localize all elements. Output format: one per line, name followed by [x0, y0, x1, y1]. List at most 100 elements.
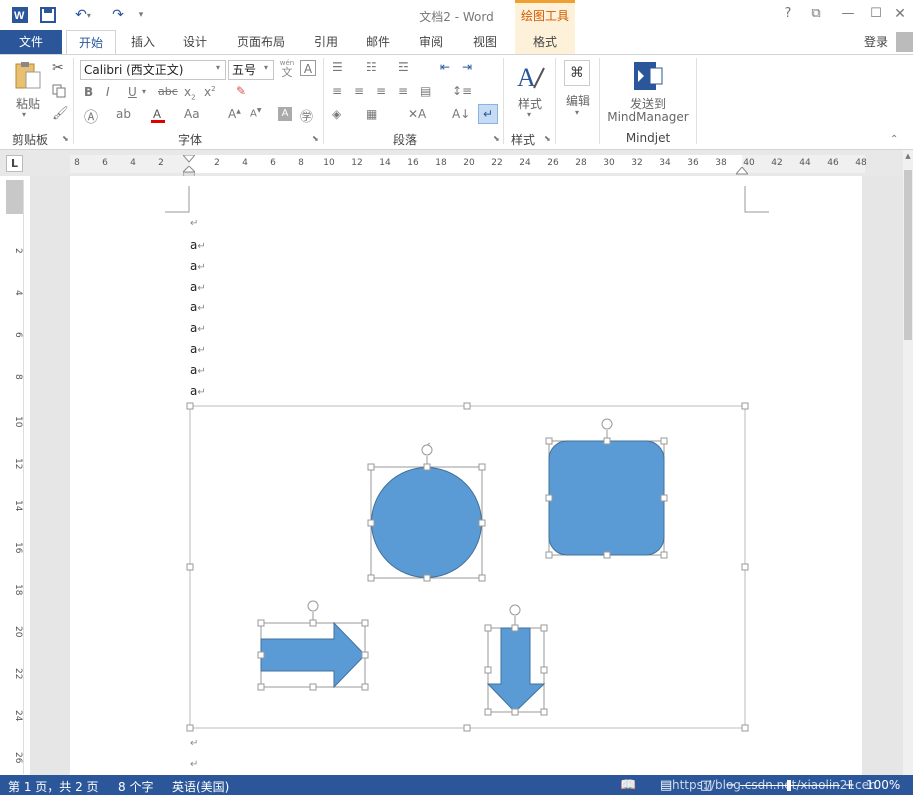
zoom-slider-thumb[interactable] [787, 780, 791, 791]
read-mode-icon[interactable]: 📖 [620, 778, 636, 793]
text-line[interactable]: a↵ [190, 280, 206, 294]
distributed-icon[interactable]: ▤ [420, 84, 431, 98]
font-color-icon[interactable]: A [150, 106, 166, 124]
tab-references[interactable]: 引用 [304, 30, 348, 54]
binoculars-icon[interactable]: ⌘ [564, 60, 590, 86]
paste-dropdown-icon[interactable]: ▾ [22, 110, 26, 119]
enclose-chars-icon[interactable]: ㊫ [300, 106, 313, 125]
scrollbar-thumb[interactable] [904, 170, 912, 340]
align-left-icon[interactable]: ≡ [332, 84, 342, 98]
tab-format[interactable]: 格式 [515, 30, 575, 54]
numbering-icon[interactable]: ☷ [366, 60, 377, 74]
bullets-icon[interactable]: ☰ [332, 60, 343, 74]
multilevel-list-icon[interactable]: ☲ [398, 60, 409, 74]
paragraph-launcher-icon[interactable]: ⬊ [493, 134, 500, 143]
vertical-ruler[interactable] [6, 180, 24, 774]
zoom-out-icon[interactable]: − [725, 778, 736, 793]
down-arrow-shape[interactable] [478, 598, 554, 718]
login-link[interactable]: 登录 [856, 30, 896, 54]
text-line[interactable]: a↵ [190, 238, 206, 252]
format-painter-icon[interactable]: 🖌 [52, 106, 69, 121]
zoom-level[interactable]: 100% [866, 778, 900, 792]
ribbon-display-button[interactable]: ⧉ [806, 6, 826, 24]
text-line[interactable]: a↵ [190, 321, 206, 335]
font-name-dropdown-icon[interactable]: ▾ [216, 63, 220, 72]
tab-insert[interactable]: 插入 [120, 30, 166, 54]
font-launcher-icon[interactable]: ⬊ [312, 134, 319, 143]
underline-dropdown-icon[interactable]: ▾ [142, 87, 146, 96]
sort-icon[interactable]: A↓ [452, 107, 470, 121]
first-line-indent-marker[interactable] [181, 152, 197, 163]
collapse-ribbon-icon[interactable]: ⌃ [890, 134, 898, 145]
right-indent-marker[interactable] [734, 164, 750, 175]
tab-selector[interactable]: L [6, 155, 23, 172]
language-status[interactable]: 英语(美国) [172, 778, 229, 795]
paste-icon[interactable] [12, 60, 44, 92]
phonetic-guide-icon[interactable]: wén 文 [278, 59, 296, 79]
paragraph-mark: ↵ [190, 759, 199, 770]
styles-icon[interactable]: A [514, 60, 546, 92]
change-case-icon[interactable]: Aa [184, 107, 200, 121]
cut-icon[interactable]: ✂ [52, 60, 64, 76]
help-button[interactable]: ? [778, 6, 798, 24]
strikethrough-icon[interactable]: abc [158, 85, 178, 98]
bold-icon[interactable]: B [84, 85, 93, 99]
send-to-button-line2[interactable]: MindManager [604, 110, 692, 124]
paste-button[interactable]: 粘贴 [10, 95, 46, 112]
shading-icon[interactable]: ◈ [332, 107, 341, 121]
char-shading-icon[interactable]: A [278, 107, 292, 121]
mindmanager-icon[interactable] [632, 60, 664, 92]
char-border-icon[interactable]: A [300, 60, 316, 76]
subscript-icon[interactable]: x2 [184, 85, 196, 101]
ruler-tick-label: 8 [298, 158, 304, 168]
right-arrow-shape[interactable] [252, 596, 376, 696]
print-layout-icon[interactable]: ▤ [660, 778, 672, 793]
close-icon[interactable]: ✕ [890, 6, 910, 24]
minimize-button[interactable]: — [838, 6, 858, 24]
tab-view[interactable]: 视图 [462, 30, 508, 54]
styles-launcher-icon[interactable]: ⬊ [544, 134, 551, 143]
font-size-dropdown-icon[interactable]: ▾ [264, 63, 268, 72]
shrink-font-icon[interactable]: A▼ [250, 107, 261, 119]
text-line[interactable]: a↵ [190, 363, 206, 377]
justify-icon[interactable]: ≡ [398, 84, 408, 98]
chinese-layout-icon[interactable]: ✕A [408, 107, 426, 121]
clipboard-launcher-icon[interactable]: ⬊ [62, 134, 69, 143]
editing-button[interactable]: 编辑 [560, 92, 596, 109]
underline-icon[interactable]: U [128, 85, 137, 99]
circle-shape[interactable] [360, 438, 494, 588]
font-name-combo[interactable]: Calibri (西文正文) [80, 60, 226, 80]
tab-layout[interactable]: 页面布局 [226, 30, 296, 54]
editing-dropdown-icon[interactable]: ▾ [575, 108, 579, 117]
zoom-in-icon[interactable]: + [844, 778, 855, 793]
decrease-indent-icon[interactable]: ⇤ [440, 60, 450, 74]
avatar[interactable] [896, 32, 913, 52]
borders-icon[interactable]: ▦ [366, 107, 377, 121]
show-marks-icon[interactable]: ↵ [478, 104, 498, 124]
increase-indent-icon[interactable]: ⇥ [462, 60, 472, 74]
maximize-button[interactable]: ☐ [866, 6, 886, 24]
tab-design[interactable]: 设计 [172, 30, 218, 54]
tab-home[interactable]: 开始 [66, 30, 116, 54]
italic-icon[interactable]: I [106, 85, 110, 99]
styles-dropdown-icon[interactable]: ▾ [527, 110, 531, 119]
highlight-icon[interactable]: ab [116, 107, 131, 121]
word-count-status[interactable]: 8 个字 [118, 778, 153, 795]
tab-review[interactable]: 审阅 [408, 30, 454, 54]
line-spacing-icon[interactable]: ↕≡ [452, 84, 472, 98]
text-line[interactable]: a↵ [190, 342, 206, 356]
text-line[interactable]: a↵ [190, 259, 206, 273]
grow-font-icon[interactable]: A▲ [228, 107, 241, 121]
scroll-up-icon[interactable]: ▲ [903, 152, 913, 162]
align-center-icon[interactable]: ≡ [354, 84, 364, 98]
rounded-rectangle-shape[interactable] [540, 414, 674, 564]
clear-formatting-icon[interactable]: ✎ [236, 84, 246, 98]
text-line[interactable]: a↵ [190, 300, 206, 314]
copy-icon[interactable] [52, 84, 66, 98]
tab-file[interactable]: 文件 [0, 30, 62, 54]
page-count-status[interactable]: 第 1 页，共 2 页 [8, 778, 99, 795]
align-right-icon[interactable]: ≡ [376, 84, 386, 98]
tab-mailings[interactable]: 邮件 [356, 30, 400, 54]
superscript-icon[interactable]: x2 [204, 85, 216, 99]
text-effects-icon[interactable]: Ⓐ [84, 107, 98, 127]
